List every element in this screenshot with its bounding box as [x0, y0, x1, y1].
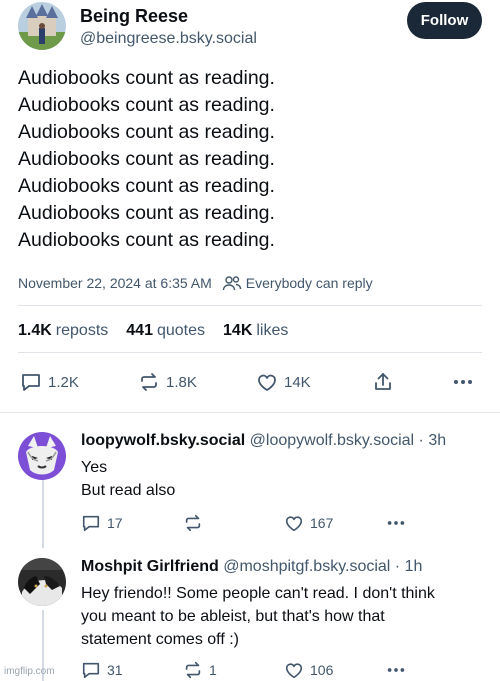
reply-text-line: you meant to be ableist, but that's how …: [81, 608, 385, 625]
repost-button[interactable]: [183, 512, 209, 534]
divider: [18, 352, 482, 353]
like-button[interactable]: 14K: [256, 368, 311, 396]
follow-button[interactable]: Follow: [407, 2, 482, 39]
ellipsis-icon: [452, 371, 474, 393]
reposts-stat[interactable]: 1.4K reposts: [18, 322, 108, 340]
repost-count: 1: [209, 662, 217, 678]
reply-text-line: But read also: [81, 482, 176, 499]
speech-bubble-icon: [81, 513, 101, 533]
reply-count: 17: [107, 515, 123, 531]
reply-author-name[interactable]: Moshpit Girlfriend: [81, 558, 219, 575]
castle-photo-icon: [18, 2, 66, 50]
share-up-arrow-icon: [372, 371, 394, 393]
post-timestamp[interactable]: November 22, 2024 at 6:35 AM: [18, 275, 212, 291]
more-options-button[interactable]: [386, 659, 406, 681]
repost-arrows-icon: [183, 513, 203, 533]
divider: [0, 412, 500, 413]
heart-icon: [256, 371, 278, 393]
wolf-avatar-icon: [18, 432, 66, 480]
reply-actions: 17 167: [81, 512, 421, 534]
repost-arrows-icon: [138, 371, 160, 393]
like-button[interactable]: 167: [284, 512, 333, 534]
post-text-line: Audiobooks count as reading.: [18, 121, 275, 143]
speech-bubble-icon: [81, 660, 101, 680]
post-text-line: Audiobooks count as reading.: [18, 202, 275, 224]
post-text-line: Audiobooks count as reading.: [18, 175, 275, 197]
more-options-button[interactable]: [452, 368, 474, 396]
reply-post[interactable]: loopywolf.bsky.social @loopywolf.bsky.so…: [18, 432, 488, 542]
quotes-label: quotes: [156, 322, 206, 339]
cat-photo-icon: [18, 558, 66, 606]
author-name[interactable]: Being Reese: [80, 6, 188, 27]
heart-icon: [284, 660, 304, 680]
reply-avatar[interactable]: [18, 558, 66, 606]
reply-setting[interactable]: Everybody can reply: [246, 275, 373, 291]
post-text-line: Audiobooks count as reading.: [18, 94, 275, 116]
repost-count: 1.8K: [166, 373, 197, 391]
like-count: 14K: [284, 373, 311, 391]
author-handle[interactable]: @beingreese.bsky.social: [80, 30, 257, 48]
post-meta: November 22, 2024 at 6:35 AM Everybody c…: [18, 272, 373, 294]
reply-count: 31: [107, 662, 123, 678]
reply-post[interactable]: Moshpit Girlfriend @moshpitgf.bsky.socia…: [18, 558, 488, 681]
like-count: 167: [310, 515, 334, 531]
likes-stat[interactable]: 14K likes: [223, 322, 288, 340]
reply-avatar[interactable]: [18, 432, 66, 480]
like-count: 106: [310, 662, 334, 678]
post-text-line: Audiobooks count as reading.: [18, 148, 275, 170]
author-avatar[interactable]: [18, 2, 66, 50]
reply-button[interactable]: 31: [81, 659, 123, 681]
reply-button[interactable]: 1.2K: [20, 368, 79, 396]
reposts-count: 1.4K: [18, 322, 52, 339]
divider: [18, 305, 482, 306]
post-actions: 1.2K 1.8K 14K: [18, 368, 480, 396]
repost-button[interactable]: 1.8K: [138, 368, 197, 396]
post-text-line: Audiobooks count as reading.: [18, 229, 275, 251]
reply-header: loopywolf.bsky.social @loopywolf.bsky.so…: [81, 432, 446, 450]
reply-handle-time[interactable]: @moshpitgf.bsky.social · 1h: [223, 558, 422, 575]
reply-text-line: statement comes off :): [81, 631, 239, 648]
speech-bubble-icon: [20, 371, 42, 393]
reply-text: Yes But read also: [81, 456, 175, 502]
reply-handle-time[interactable]: @loopywolf.bsky.social · 3h: [250, 432, 446, 449]
likes-label: likes: [256, 322, 289, 339]
ellipsis-icon: [386, 513, 406, 533]
watermark: imgflip.com: [4, 666, 55, 677]
like-button[interactable]: 106: [284, 659, 333, 681]
post-header: Being Reese @beingreese.bsky.social Foll…: [18, 2, 488, 52]
likes-count: 14K: [223, 322, 253, 339]
post-text-line: Audiobooks count as reading.: [18, 67, 275, 89]
reply-header: Moshpit Girlfriend @moshpitgf.bsky.socia…: [81, 558, 422, 576]
people-icon: [222, 275, 242, 291]
repost-button[interactable]: 1: [183, 659, 217, 681]
reply-button[interactable]: 17: [81, 512, 123, 534]
reply-author-name[interactable]: loopywolf.bsky.social: [81, 432, 245, 449]
reply-text-line: Yes: [81, 459, 108, 476]
more-options-button[interactable]: [386, 512, 406, 534]
reply-text: Hey friendo!! Some people can't read. I …: [81, 582, 435, 651]
post-text: Audiobooks count as reading. Audiobooks …: [18, 65, 488, 254]
post-stats: 1.4K reposts 441 quotes 14K likes: [18, 320, 306, 342]
reply-text-line: Hey friendo!! Some people can't read. I …: [81, 585, 435, 602]
share-button[interactable]: [372, 368, 394, 396]
heart-icon: [284, 513, 304, 533]
repost-arrows-icon: [183, 660, 203, 680]
reply-actions: 31 1 106: [81, 659, 421, 681]
ellipsis-icon: [386, 660, 406, 680]
reply-count: 1.2K: [48, 373, 79, 391]
quotes-count: 441: [126, 322, 153, 339]
reposts-label: reposts: [55, 322, 109, 339]
quotes-stat[interactable]: 441 quotes: [126, 322, 205, 340]
